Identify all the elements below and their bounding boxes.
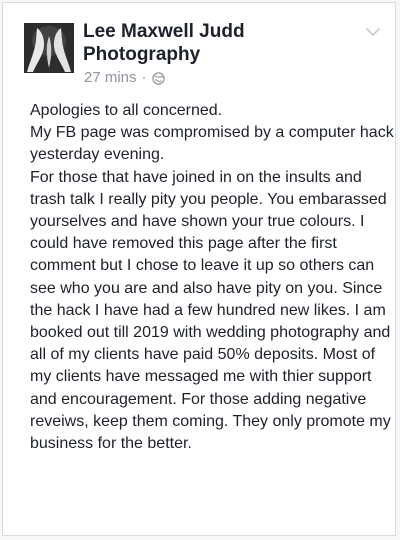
globe-icon[interactable]: [151, 71, 165, 85]
post-meta: 27 mins ·: [84, 69, 165, 87]
avatar-image: [24, 23, 74, 73]
post-author-name[interactable]: Lee Maxwell Judd Photography: [83, 20, 333, 66]
post-timestamp[interactable]: 27 mins: [84, 69, 137, 87]
post-header: Lee Maxwell Judd Photography 27 mins ·: [3, 3, 395, 99]
post-card: Lee Maxwell Judd Photography 27 mins · A…: [2, 2, 396, 536]
post-body: Apologies to all concerned. My FB page w…: [30, 102, 394, 453]
avatar[interactable]: [24, 23, 74, 73]
chevron-down-icon[interactable]: [365, 25, 381, 37]
meta-separator: ·: [141, 69, 147, 86]
